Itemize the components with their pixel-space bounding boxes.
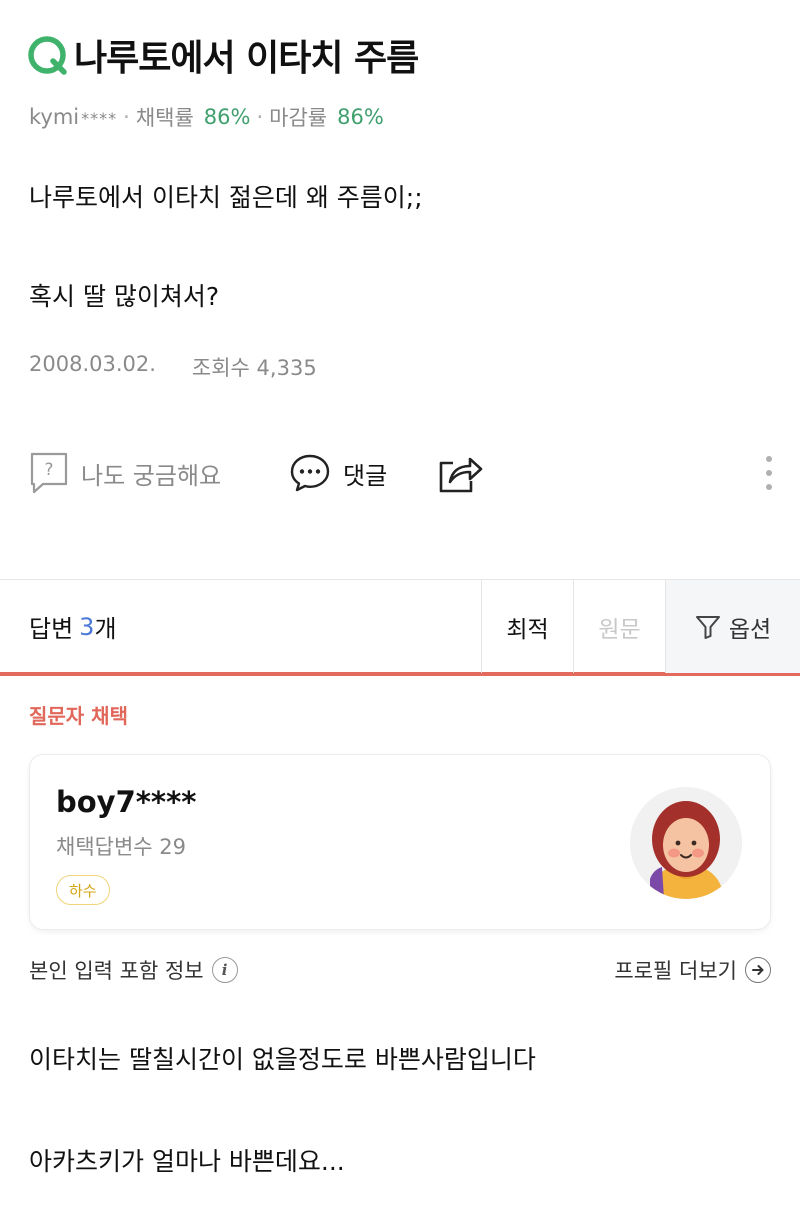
info-icon: i (211, 957, 238, 983)
answerer-profile-card[interactable]: boy7**** 채택답변수 29 하수 (29, 754, 771, 930)
question-actions: ? 나도 궁금해요 댓글 (29, 445, 779, 501)
avatar (630, 787, 742, 899)
profile-more-link[interactable]: 프로필 더보기 (614, 952, 771, 988)
filter-icon (695, 615, 720, 639)
curious-button[interactable]: ? 나도 궁금해요 (29, 445, 221, 501)
author-id[interactable]: kymi **** (29, 105, 117, 129)
question-views: 조회수 4,335 (191, 356, 317, 380)
adoption-rate: 86% (203, 105, 251, 129)
question-bubble-icon: ? (30, 452, 68, 494)
q-mark-icon (28, 36, 67, 75)
close-rate: 86% (337, 105, 384, 129)
sort-original-tab[interactable]: 원문 (573, 580, 665, 673)
question-meta: kymi **** · 채택률 86% · 마감률 86% (29, 102, 384, 132)
answerer-adopted-count: 채택답변수 29 (56, 835, 186, 859)
answerer-name: boy7**** (56, 785, 197, 819)
question-title: 나루토에서 이타치 주름 (26, 30, 419, 80)
answerer-info-row: 본인 입력 포함 정보 i 프로필 더보기 (29, 952, 771, 988)
answer-count: 답변 3 개 (29, 612, 117, 644)
question-title-text: 나루토에서 이타치 주름 (74, 38, 419, 79)
answer-body-line1: 이타치는 딸칠시간이 없을정도로 바쁜사람입니다 (29, 1045, 536, 1074)
comment-icon (290, 454, 330, 492)
question-body-line2: 혹시 딸 많이쳐서? (29, 282, 220, 311)
sort-best-tab[interactable]: 최적 (481, 580, 573, 673)
comment-button[interactable]: 댓글 (289, 445, 387, 501)
share-icon (439, 457, 483, 493)
svg-text:?: ? (44, 460, 53, 480)
question-date: 2008.03.02. (29, 352, 156, 376)
chosen-by-asker-label: 질문자 채택 (29, 704, 128, 728)
more-vertical-icon (766, 456, 772, 490)
question-date-views: 2008.03.02. 조회수 4,335 (29, 352, 317, 382)
answer-tab-bar: 답변 3 개 최적 원문 옵션 (0, 579, 800, 676)
question-body-line1: 나루토에서 이타치 젊은데 왜 주름이;; (29, 183, 423, 212)
close-label: 마감률 (269, 106, 328, 130)
more-menu-button[interactable] (761, 445, 777, 501)
self-input-info[interactable]: 본인 입력 포함 정보 i (29, 952, 238, 988)
adoption-label: 채택률 (135, 106, 194, 130)
answer-body-line2: 아카츠키가 얼마나 바쁜데요... (29, 1147, 345, 1176)
grade-badge: 하수 (56, 875, 110, 905)
option-filter-button[interactable]: 옵션 (665, 580, 800, 673)
arrow-right-icon (745, 957, 771, 983)
share-button[interactable] (437, 445, 485, 501)
